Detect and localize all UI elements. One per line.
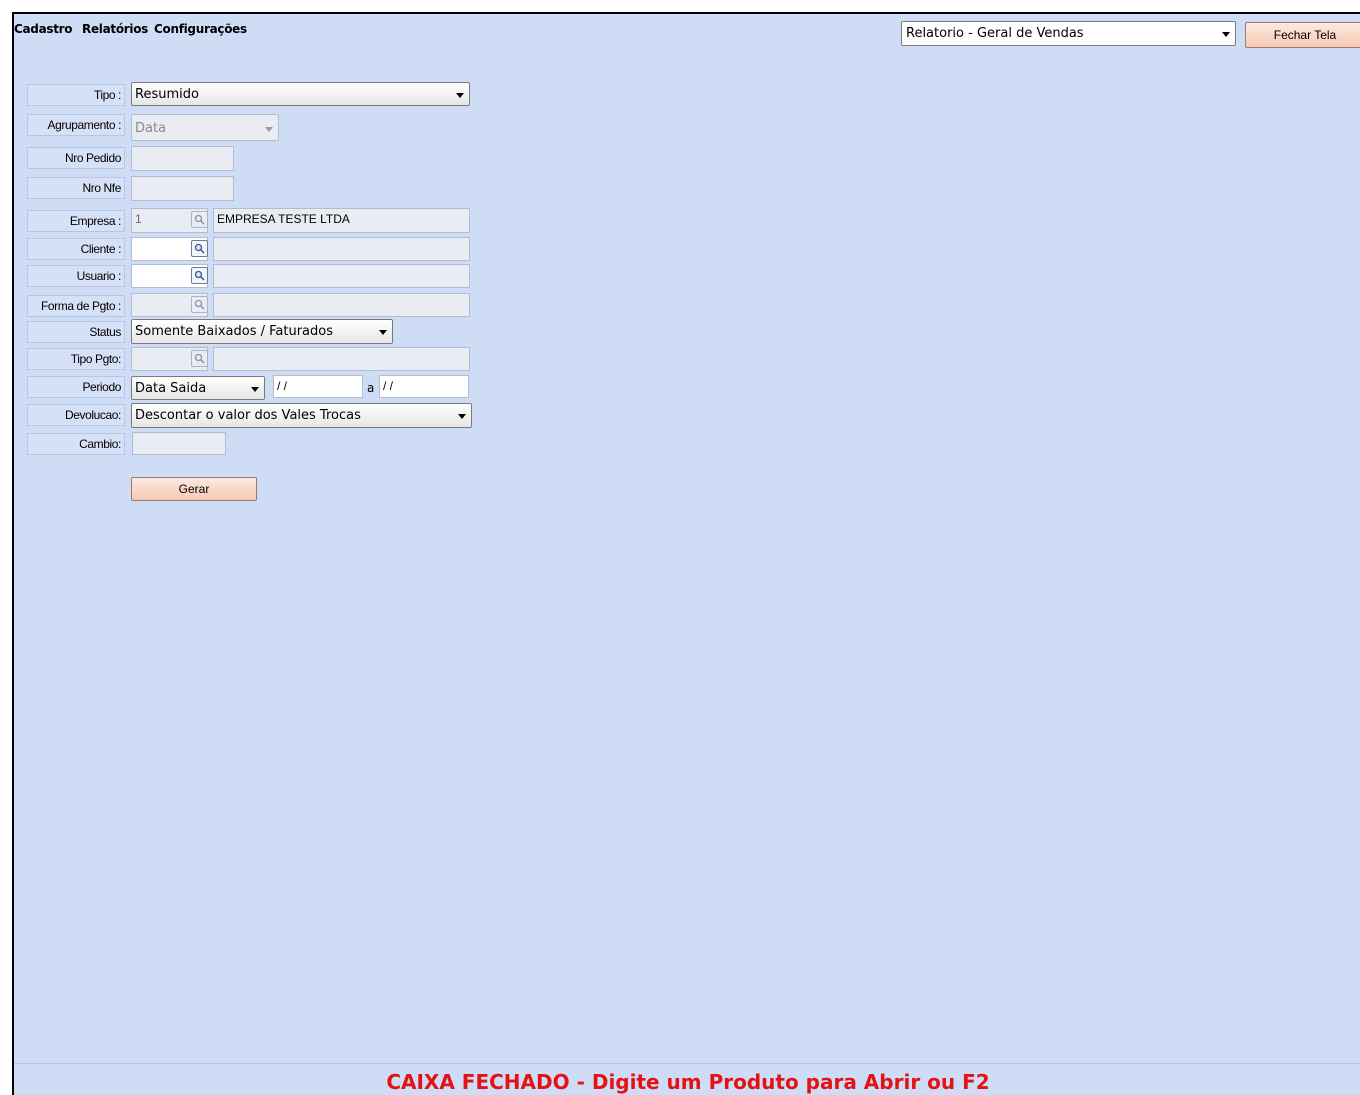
periodo-from-input[interactable]: / / bbox=[273, 375, 363, 398]
periodo-type-value: Data Saida bbox=[135, 381, 207, 396]
status-bar-message: CAIXA FECHADO - Digite um Produto para A… bbox=[14, 1063, 1360, 1095]
status-select[interactable]: Somente Baixados / Faturados bbox=[131, 319, 393, 344]
magnifier-icon bbox=[194, 299, 205, 310]
cliente-name-display bbox=[213, 237, 470, 261]
report-select-value: Relatorio - Geral de Vendas bbox=[906, 26, 1084, 41]
periodo-type-select[interactable]: Data Saida bbox=[131, 376, 265, 400]
forma-pgto-name-display bbox=[213, 293, 470, 317]
label-forma-pgto: Forma de Pgto : bbox=[27, 295, 125, 317]
tipo-pgto-search-button bbox=[191, 350, 208, 367]
cambio-input[interactable] bbox=[132, 432, 226, 455]
label-periodo: Periodo bbox=[27, 376, 125, 398]
cliente-search-button[interactable] bbox=[191, 240, 208, 257]
label-nro-nfe: Nro Nfe bbox=[27, 177, 125, 199]
label-devolucao: Devolucao: bbox=[27, 404, 125, 426]
devolucao-select[interactable]: Descontar o valor dos Vales Trocas bbox=[131, 403, 472, 428]
label-cliente: Cliente : bbox=[27, 238, 125, 260]
label-tipo: Tipo : bbox=[27, 84, 125, 106]
nro-nfe-input[interactable] bbox=[131, 176, 234, 201]
periodo-separator: a bbox=[367, 381, 375, 395]
periodo-to-input[interactable]: / / bbox=[379, 375, 469, 398]
agrupamento-select: Data bbox=[131, 114, 279, 141]
label-empresa: Empresa : bbox=[27, 210, 125, 232]
usuario-name-display bbox=[213, 264, 470, 288]
tipo-select[interactable]: Resumido bbox=[131, 82, 470, 106]
magnifier-icon bbox=[194, 353, 205, 364]
chevron-down-icon bbox=[379, 330, 387, 335]
magnifier-icon bbox=[194, 270, 205, 281]
label-tipo-pgto: Tipo Pgto: bbox=[27, 348, 125, 370]
menu-configuracoes[interactable]: Configurações bbox=[154, 22, 247, 36]
chevron-down-icon bbox=[1222, 32, 1230, 37]
status-select-value: Somente Baixados / Faturados bbox=[135, 324, 333, 339]
chevron-down-icon bbox=[265, 127, 273, 132]
menu-relatorios[interactable]: Relatórios bbox=[82, 22, 148, 36]
report-select[interactable]: Relatorio - Geral de Vendas bbox=[901, 21, 1236, 46]
magnifier-icon bbox=[194, 243, 205, 254]
magnifier-icon bbox=[194, 214, 205, 225]
usuario-search-button[interactable] bbox=[191, 267, 208, 284]
label-agrupamento: Agrupamento : bbox=[27, 114, 125, 136]
tipo-pgto-name-display bbox=[213, 347, 470, 371]
chevron-down-icon bbox=[251, 387, 259, 392]
label-usuario: Usuario : bbox=[27, 265, 125, 287]
main-window: Cadastro Relatórios Configurações Relato… bbox=[12, 12, 1360, 1095]
empresa-search-button bbox=[191, 211, 208, 228]
forma-pgto-search-button bbox=[191, 296, 208, 313]
nro-pedido-input[interactable] bbox=[131, 146, 234, 171]
tipo-select-value: Resumido bbox=[135, 87, 199, 102]
agrupamento-select-value: Data bbox=[135, 121, 167, 136]
close-screen-button[interactable]: Fechar Tela bbox=[1245, 22, 1360, 48]
devolucao-select-value: Descontar o valor dos Vales Trocas bbox=[135, 408, 361, 423]
menu-cadastro[interactable]: Cadastro bbox=[14, 22, 73, 36]
chevron-down-icon bbox=[456, 93, 464, 98]
empresa-name-display: EMPRESA TESTE LTDA bbox=[213, 208, 470, 233]
chevron-down-icon bbox=[458, 414, 466, 419]
label-cambio: Cambio: bbox=[27, 433, 125, 455]
label-status: Status bbox=[27, 321, 125, 343]
label-nro-pedido: Nro Pedido bbox=[27, 147, 125, 169]
generate-button[interactable]: Gerar bbox=[131, 477, 257, 501]
